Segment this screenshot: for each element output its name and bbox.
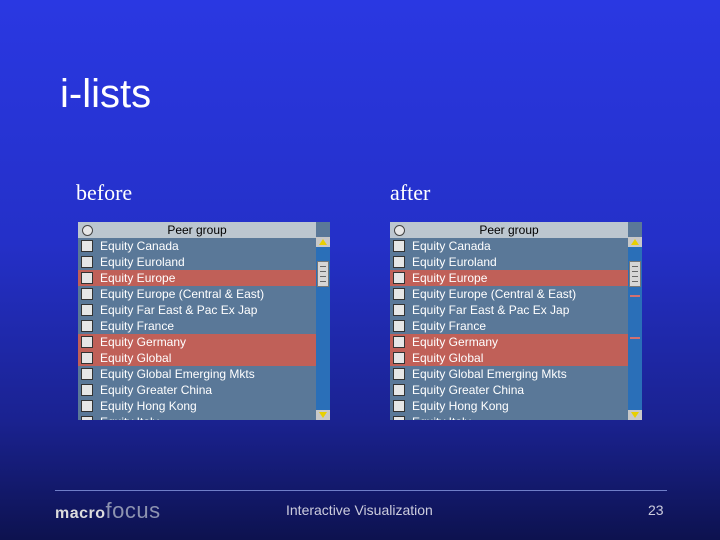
list-item-label: Equity Far East & Pac Ex Jap: [412, 303, 570, 317]
list-item[interactable]: Equity Canada: [390, 238, 628, 254]
list-item[interactable]: Equity Hong Kong: [390, 398, 628, 414]
footer-title: Interactive Visualization: [286, 502, 433, 518]
footer-divider: [55, 490, 667, 491]
checkbox-icon[interactable]: [81, 320, 93, 332]
list-item[interactable]: Equity Europe (Central & East): [390, 286, 628, 302]
checkbox-icon[interactable]: [393, 416, 405, 420]
list-item-label: Equity Canada: [100, 239, 179, 253]
arrow-up-icon[interactable]: [316, 237, 330, 247]
list-item[interactable]: Equity Global: [390, 350, 628, 366]
scrollbar-thumb[interactable]: [317, 261, 329, 287]
list-item[interactable]: Equity Europe (Central & East): [78, 286, 316, 302]
slide-title: i-lists: [60, 72, 152, 116]
caption-after: after: [390, 180, 431, 205]
arrow-up-icon[interactable]: [628, 237, 642, 247]
list-item-label: Equity Euroland: [100, 255, 185, 269]
checkbox-icon[interactable]: [81, 368, 93, 380]
list-rows: Equity Canada Equity Euroland Equity Europ…: [390, 238, 628, 420]
list-item[interactable]: Equity Europe: [390, 270, 628, 286]
list-item-label: Equity Italy: [412, 414, 471, 420]
selection-mark: [630, 337, 640, 339]
list-item-label: Equity Hong Kong: [100, 399, 197, 413]
scrollbar-with-selection-marks[interactable]: [628, 237, 642, 420]
scrollbar-thumb[interactable]: [629, 261, 641, 287]
list-item-label: Equity Global: [100, 351, 172, 365]
list-item[interactable]: Equity Global Emerging Mkts: [390, 366, 628, 382]
list-item-label: Equity Germany: [412, 335, 499, 349]
list-item-label: Equity Europe (Central & East): [412, 287, 577, 301]
list-item[interactable]: Equity Euroland: [78, 254, 316, 270]
checkbox-icon[interactable]: [393, 288, 405, 300]
list-item-label: Equity Global: [412, 351, 484, 365]
list-item-label: Equity Canada: [412, 239, 491, 253]
list-item[interactable]: Equity Germany: [390, 334, 628, 350]
checkbox-icon[interactable]: [81, 272, 93, 284]
list-item-label: Equity Global Emerging Mkts: [100, 367, 255, 381]
list-header[interactable]: Peer group: [390, 222, 628, 238]
list-header-label: Peer group: [167, 223, 227, 237]
selection-mark: [630, 295, 640, 297]
checkbox-icon[interactable]: [393, 320, 405, 332]
list-item-label: Equity Germany: [100, 335, 187, 349]
checkbox-icon[interactable]: [393, 368, 405, 380]
peer-group-list-before[interactable]: Peer group Equity Canada Equity Euroland E…: [78, 222, 330, 420]
checkbox-icon[interactable]: [393, 352, 405, 364]
list-header[interactable]: Peer group: [78, 222, 316, 238]
list-item[interactable]: Equity Canada: [78, 238, 316, 254]
list-item-label: Equity Global Emerging Mkts: [412, 367, 567, 381]
list-item[interactable]: Equity Global: [78, 350, 316, 366]
list-item[interactable]: Equity Greater China: [390, 382, 628, 398]
list-item[interactable]: Equity Hong Kong: [78, 398, 316, 414]
arrow-down-icon[interactable]: [316, 410, 330, 420]
list-item[interactable]: Equity Europe: [78, 270, 316, 286]
list-item-label: Equity France: [100, 319, 175, 333]
list-header-label: Peer group: [479, 223, 539, 237]
list-item[interactable]: Equity Far East & Pac Ex Jap: [78, 302, 316, 318]
list-item[interactable]: Equity Far East & Pac Ex Jap: [390, 302, 628, 318]
list-item[interactable]: Equity France: [78, 318, 316, 334]
checkbox-icon[interactable]: [393, 256, 405, 268]
checkbox-icon[interactable]: [81, 256, 93, 268]
list-item-label: Equity Europe: [100, 271, 176, 285]
list-item-label: Equity Hong Kong: [412, 399, 509, 413]
list-item[interactable]: Equity Greater China: [78, 382, 316, 398]
list-item-label: Equity Europe (Central & East): [100, 287, 265, 301]
macrofocus-logo: macrofocus: [55, 498, 161, 523]
checkbox-icon[interactable]: [81, 288, 93, 300]
list-item-label: Equity Far East & Pac Ex Jap: [100, 303, 258, 317]
list-item[interactable]: Equity Euroland: [390, 254, 628, 270]
list-item[interactable]: Equity Global Emerging Mkts: [78, 366, 316, 382]
checkbox-icon[interactable]: [81, 384, 93, 396]
checkbox-icon[interactable]: [393, 272, 405, 284]
list-item[interactable]: Equity Italy: [78, 414, 316, 420]
checkbox-icon[interactable]: [81, 416, 93, 420]
checkbox-icon[interactable]: [393, 304, 405, 316]
list-item[interactable]: Equity Germany: [78, 334, 316, 350]
peer-group-list-after[interactable]: Peer group Equity Canada Equity Euroland E…: [390, 222, 642, 420]
checkbox-icon[interactable]: [81, 400, 93, 412]
list-item-label: Equity Greater China: [100, 383, 213, 397]
caption-before: before: [76, 180, 133, 205]
scrollbar[interactable]: [316, 237, 330, 420]
checkbox-icon[interactable]: [393, 400, 405, 412]
checkbox-icon[interactable]: [81, 336, 93, 348]
checkbox-icon[interactable]: [393, 336, 405, 348]
checkbox-icon[interactable]: [81, 352, 93, 364]
checkbox-icon[interactable]: [393, 384, 405, 396]
arrow-down-icon[interactable]: [628, 410, 642, 420]
list-item[interactable]: Equity Italy: [390, 414, 628, 420]
checkbox-icon[interactable]: [81, 304, 93, 316]
list-item-label: Equity Euroland: [412, 255, 497, 269]
list-item[interactable]: Equity France: [390, 318, 628, 334]
list-item-label: Equity Europe: [412, 271, 488, 285]
list-item-label: Equity Italy: [100, 414, 159, 420]
list-rows: Equity Canada Equity Euroland Equity Europ…: [78, 238, 316, 420]
checkbox-icon[interactable]: [81, 240, 93, 252]
list-item-label: Equity Greater China: [412, 383, 525, 397]
page-number: 23: [648, 502, 664, 518]
checkbox-icon[interactable]: [393, 240, 405, 252]
list-item-label: Equity France: [412, 319, 487, 333]
